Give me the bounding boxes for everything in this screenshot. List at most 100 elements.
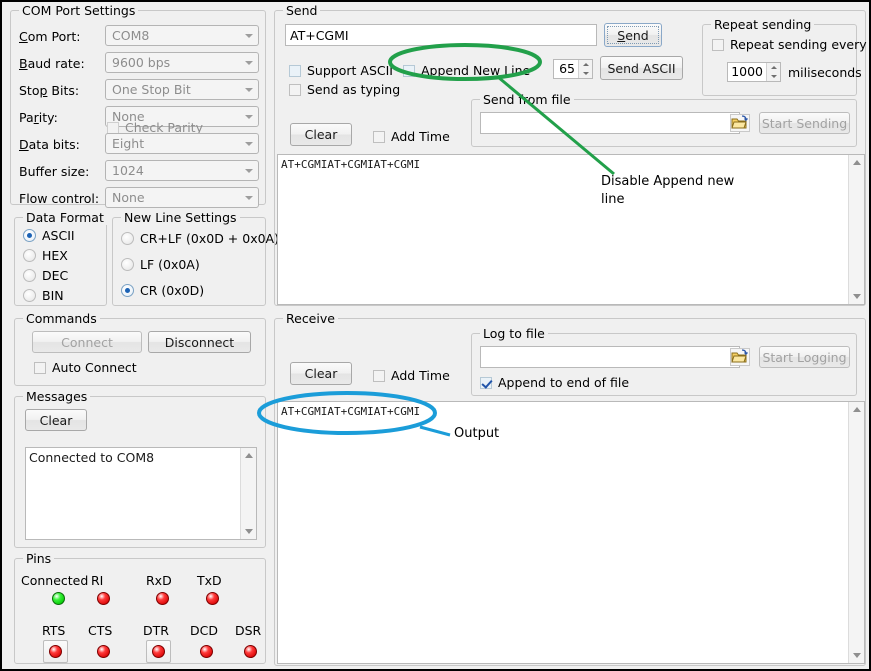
- new-line-settings-title: New Line Settings: [121, 210, 240, 225]
- pin-led-txd: [206, 592, 219, 605]
- send-add-time-checkbox[interactable]: Add Time: [373, 129, 450, 144]
- connect-button-label: Connect: [61, 335, 113, 350]
- receive-clear-label: Clear: [305, 366, 338, 381]
- send-log-area[interactable]: AT+CGMIAT+CGMIAT+CGMI: [277, 154, 865, 305]
- ascii-code-value: 65: [554, 60, 578, 78]
- label-flow-control: Flow control:: [19, 191, 99, 206]
- spinner-down-icon[interactable]: [579, 69, 592, 78]
- scroll-down-icon[interactable]: [849, 289, 864, 304]
- baud-rate-select[interactable]: 9600 bps: [105, 52, 259, 73]
- send-button-label: Send: [617, 28, 649, 43]
- messages-log[interactable]: Connected to COM8: [25, 447, 257, 540]
- spinner-up-icon[interactable]: [767, 63, 780, 72]
- messages-clear-button[interactable]: Clear: [25, 409, 87, 431]
- radio-cr[interactable]: CR (0x0D): [121, 283, 204, 298]
- chevron-down-icon: [240, 194, 258, 202]
- radio-dec-label: DEC: [42, 268, 68, 283]
- stop-bits-value: One Stop Bit: [106, 82, 240, 97]
- chevron-down-icon: [240, 113, 258, 121]
- radio-crlf[interactable]: CR+LF (0x0D + 0x0A): [121, 231, 279, 246]
- log-file-path-input[interactable]: [480, 346, 740, 368]
- send-ascii-button[interactable]: Send ASCII: [600, 56, 683, 80]
- radio-bin[interactable]: BIN: [23, 288, 64, 303]
- pin-led-dcd: [200, 645, 213, 658]
- support-ascii-checkbox[interactable]: Support ASCII: [289, 63, 393, 78]
- repeat-sending-checkbox[interactable]: Repeat sending every: [712, 37, 867, 52]
- radio-ascii[interactable]: ASCII: [23, 228, 75, 243]
- com-port-select[interactable]: COM8: [105, 25, 259, 46]
- radio-dot: [121, 232, 134, 245]
- label-stop-bits: Stop Bits:: [19, 83, 79, 98]
- radio-dot: [23, 269, 36, 282]
- label-buffer-size: Buffer size:: [19, 164, 89, 179]
- send-log-text: AT+CGMIAT+CGMIAT+CGMI: [281, 158, 848, 302]
- ascii-code-spinner[interactable]: 65: [553, 59, 593, 79]
- radio-crlf-label: CR+LF (0x0D + 0x0A): [140, 231, 279, 246]
- pin-led-dtr: [152, 645, 165, 658]
- chevron-down-icon: [240, 167, 258, 175]
- send-button[interactable]: Send: [604, 23, 662, 47]
- messages-scrollbar[interactable]: [240, 448, 256, 539]
- send-ascii-label: Send ASCII: [607, 61, 675, 76]
- data-bits-select[interactable]: Eight: [105, 133, 259, 154]
- receive-output-area[interactable]: AT+CGMIAT+CGMIAT+CGMI: [277, 401, 865, 664]
- disconnect-button[interactable]: Disconnect: [148, 331, 251, 353]
- radio-ascii-label: ASCII: [42, 228, 75, 243]
- start-sending-button[interactable]: Start Sending: [759, 112, 850, 134]
- send-as-typing-checkbox[interactable]: Send as typing: [289, 82, 400, 97]
- messages-clear-label: Clear: [40, 413, 73, 428]
- send-from-file-title: Send from file: [480, 92, 574, 107]
- spinner-buttons[interactable]: [578, 60, 592, 78]
- chevron-down-icon: [240, 59, 258, 67]
- repeat-interval-value: 1000: [728, 63, 766, 81]
- pin-label-dcd: DCD: [190, 623, 218, 638]
- receive-scrollbar[interactable]: [848, 402, 864, 663]
- send-group: Send AT+CGMI Send Support ASCII Append N…: [274, 10, 866, 306]
- send-command-input[interactable]: AT+CGMI: [285, 24, 597, 46]
- radio-dot: [23, 229, 36, 242]
- send-command-value: AT+CGMI: [290, 28, 349, 43]
- label-com-port: Com Port:: [19, 29, 81, 44]
- receive-add-time-label: Add Time: [391, 368, 450, 383]
- chevron-down-icon: [240, 140, 258, 148]
- scroll-up-icon[interactable]: [849, 155, 864, 170]
- folder-open-icon[interactable]: [730, 114, 750, 132]
- send-clear-button[interactable]: Clear: [290, 123, 352, 146]
- radio-lf[interactable]: LF (0x0A): [121, 257, 200, 272]
- spinner-buttons[interactable]: [766, 63, 780, 81]
- append-end-of-file-checkbox[interactable]: Append to end of file: [480, 375, 629, 390]
- serial-terminal-window: COM Port Settings Com Port: COM8 Baud ra…: [0, 0, 871, 671]
- log-to-file-title: Log to file: [480, 326, 548, 341]
- receive-clear-button[interactable]: Clear: [290, 362, 352, 385]
- auto-connect-checkbox[interactable]: Auto Connect: [34, 360, 137, 375]
- log-to-file-group: Log to file Start Logging Append to end …: [471, 333, 857, 396]
- buffer-size-value: 1024: [106, 163, 240, 178]
- connect-button[interactable]: Connect: [32, 331, 142, 353]
- com-port-value: COM8: [106, 28, 240, 43]
- messages-title: Messages: [23, 389, 90, 404]
- flow-control-select[interactable]: None: [105, 187, 259, 208]
- append-new-line-checkbox[interactable]: Append New Line: [403, 63, 530, 78]
- scroll-up-icon[interactable]: [849, 402, 864, 417]
- scroll-up-icon[interactable]: [241, 448, 256, 463]
- scroll-down-icon[interactable]: [241, 524, 256, 539]
- stop-bits-select[interactable]: One Stop Bit: [105, 79, 259, 100]
- repeat-sending-label: Repeat sending every: [730, 37, 867, 52]
- receive-add-time-checkbox[interactable]: Add Time: [373, 368, 450, 383]
- send-file-path-input[interactable]: [480, 112, 740, 134]
- radio-hex[interactable]: HEX: [23, 248, 68, 263]
- chevron-down-icon: [240, 86, 258, 94]
- pin-led-cts: [97, 645, 110, 658]
- start-logging-button[interactable]: Start Logging: [759, 346, 850, 368]
- radio-dec[interactable]: DEC: [23, 268, 68, 283]
- scroll-down-icon[interactable]: [849, 648, 864, 663]
- send-log-scrollbar[interactable]: [848, 155, 864, 304]
- buffer-size-select[interactable]: 1024: [105, 160, 259, 181]
- checkbox-box: [480, 377, 492, 389]
- spinner-down-icon[interactable]: [767, 72, 780, 81]
- repeat-interval-spinner[interactable]: 1000: [727, 62, 781, 82]
- radio-dot: [121, 258, 134, 271]
- folder-open-icon[interactable]: [730, 348, 750, 366]
- output-annotation-text: Output: [454, 425, 499, 443]
- spinner-up-icon[interactable]: [579, 60, 592, 69]
